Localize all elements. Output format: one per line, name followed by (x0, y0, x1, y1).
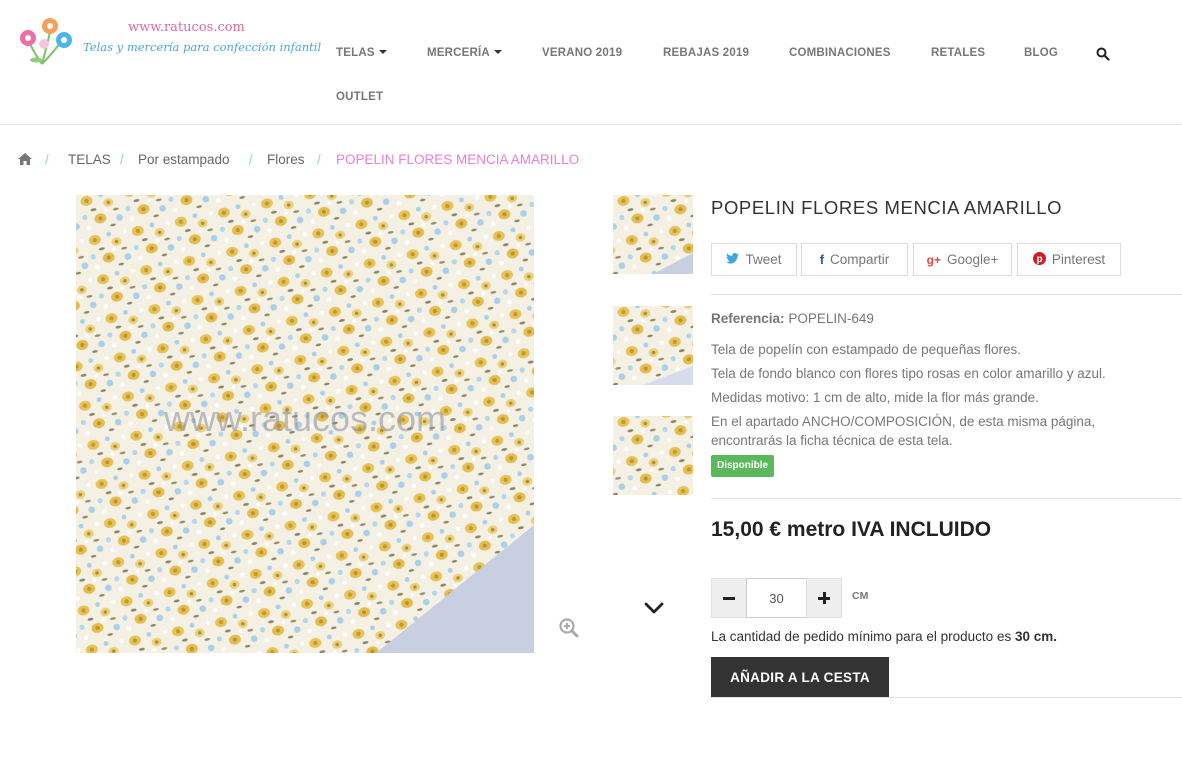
reference-value: POPELIN-649 (788, 311, 874, 326)
zoom-in-icon[interactable] (559, 618, 579, 642)
nav-item-telas[interactable]: TELAS (336, 47, 387, 59)
product-title: POPELIN FLORES MENCIA AMARILLO (711, 197, 1063, 218)
nav-item-verano-2019[interactable]: VERANO 2019 (542, 47, 622, 59)
chevron-down-icon[interactable] (644, 600, 664, 619)
caret-down-icon (378, 50, 387, 54)
tweet-label: Tweet (745, 252, 782, 267)
quantity-increase-button[interactable] (806, 578, 842, 618)
search-icon[interactable] (1096, 46, 1110, 61)
description-line: En el apartado ANCHO/COMPOSICIÓN, de est… (711, 414, 1096, 429)
breadcrumb-item-por-estampado[interactable]: Por estampado (138, 152, 230, 167)
product-reference: Referencia: POPELIN-649 (711, 311, 874, 326)
nav-item-blog[interactable]: BLOG (1024, 47, 1058, 59)
facebook-share-button[interactable]: f Compartir (801, 243, 908, 276)
home-icon[interactable] (18, 153, 32, 168)
pinterest-button[interactable]: p Pinterest (1017, 243, 1121, 276)
image-watermark: www.ratucos.com (163, 398, 446, 439)
minimum-quantity-value: 30 cm. (1014, 629, 1057, 644)
facebook-icon: f (819, 252, 825, 267)
product-price: 15,00 € metro IVA INCLUIDO (711, 518, 992, 541)
breadcrumb-separator: / (317, 152, 321, 167)
nav-item-rebajas-2019[interactable]: REBAJAS 2019 (663, 47, 749, 59)
description-line: Tela de popelín con estampado de pequeña… (711, 342, 1021, 357)
product-thumbnail[interactable] (613, 416, 693, 495)
breadcrumb-separator: / (45, 152, 49, 167)
description-line: Medidas motivo: 1 cm de alto, mide la fl… (711, 390, 1039, 405)
nav-item-outlet[interactable]: OUTLET (336, 91, 383, 103)
reference-label: Referencia: (711, 311, 785, 326)
flowers-logo-icon (20, 18, 72, 65)
breadcrumb-current: POPELIN FLORES MENCIA AMARILLO (336, 152, 580, 167)
add-to-cart-button[interactable]: AÑADIR A LA CESTA (711, 657, 889, 697)
svg-text:p: p (1036, 254, 1042, 265)
minus-icon (723, 596, 735, 600)
nav-item-merceria[interactable]: MERCERÍA (427, 47, 502, 59)
nav-item-label: MERCERÍA (427, 47, 490, 59)
nav-item-retales[interactable]: RETALES (931, 47, 985, 59)
breadcrumb-separator: / (120, 152, 124, 167)
google-plus-label: Google+ (946, 252, 999, 267)
quantity-decrease-button[interactable] (711, 578, 747, 618)
twitter-icon (726, 252, 740, 267)
product-thumbnail[interactable] (613, 306, 693, 385)
breadcrumb-item-telas[interactable]: TELAS (68, 152, 111, 167)
minimum-quantity-text: La cantidad de pedido mínimo para el pro… (711, 629, 1012, 644)
quantity-unit: CM (852, 590, 869, 602)
product-main-image[interactable]: www.ratucos.com (76, 195, 534, 653)
description-line: Tela de fondo blanco con flores tipo ros… (711, 366, 1106, 381)
site-header: www.ratucos.com Telas y mercería para co… (0, 0, 1182, 125)
pinterest-icon: p (1032, 251, 1046, 268)
facebook-label: Compartir (830, 252, 890, 267)
site-url: www.ratucos.com (128, 20, 245, 35)
availability-badge: Disponible (711, 455, 775, 477)
breadcrumb-item-flores[interactable]: Flores (267, 152, 305, 167)
plus-icon (818, 592, 830, 604)
breadcrumb-separator: / (249, 152, 253, 167)
description-line: encontrarás la ficha técnica de esta tel… (711, 433, 953, 448)
caret-down-icon (493, 50, 502, 54)
product-thumbnail[interactable] (613, 195, 693, 274)
site-tagline: Telas y mercería para confección infanti… (83, 40, 322, 54)
pinterest-label: Pinterest (1051, 252, 1106, 267)
google-plus-button[interactable]: g+ Google+ (913, 243, 1012, 276)
divider (711, 294, 1182, 295)
divider (711, 697, 1182, 698)
google-plus-icon: g+ (926, 252, 941, 267)
minimum-quantity-note: La cantidad de pedido mínimo para el pro… (711, 629, 1057, 644)
nav-item-combinaciones[interactable]: COMBINACIONES (789, 47, 891, 59)
divider (711, 498, 1182, 499)
nav-item-label: TELAS (336, 47, 375, 59)
quantity-input[interactable] (746, 578, 807, 618)
tweet-button[interactable]: Tweet (711, 243, 797, 276)
site-logo[interactable]: www.ratucos.com Telas y mercería para co… (16, 12, 321, 70)
